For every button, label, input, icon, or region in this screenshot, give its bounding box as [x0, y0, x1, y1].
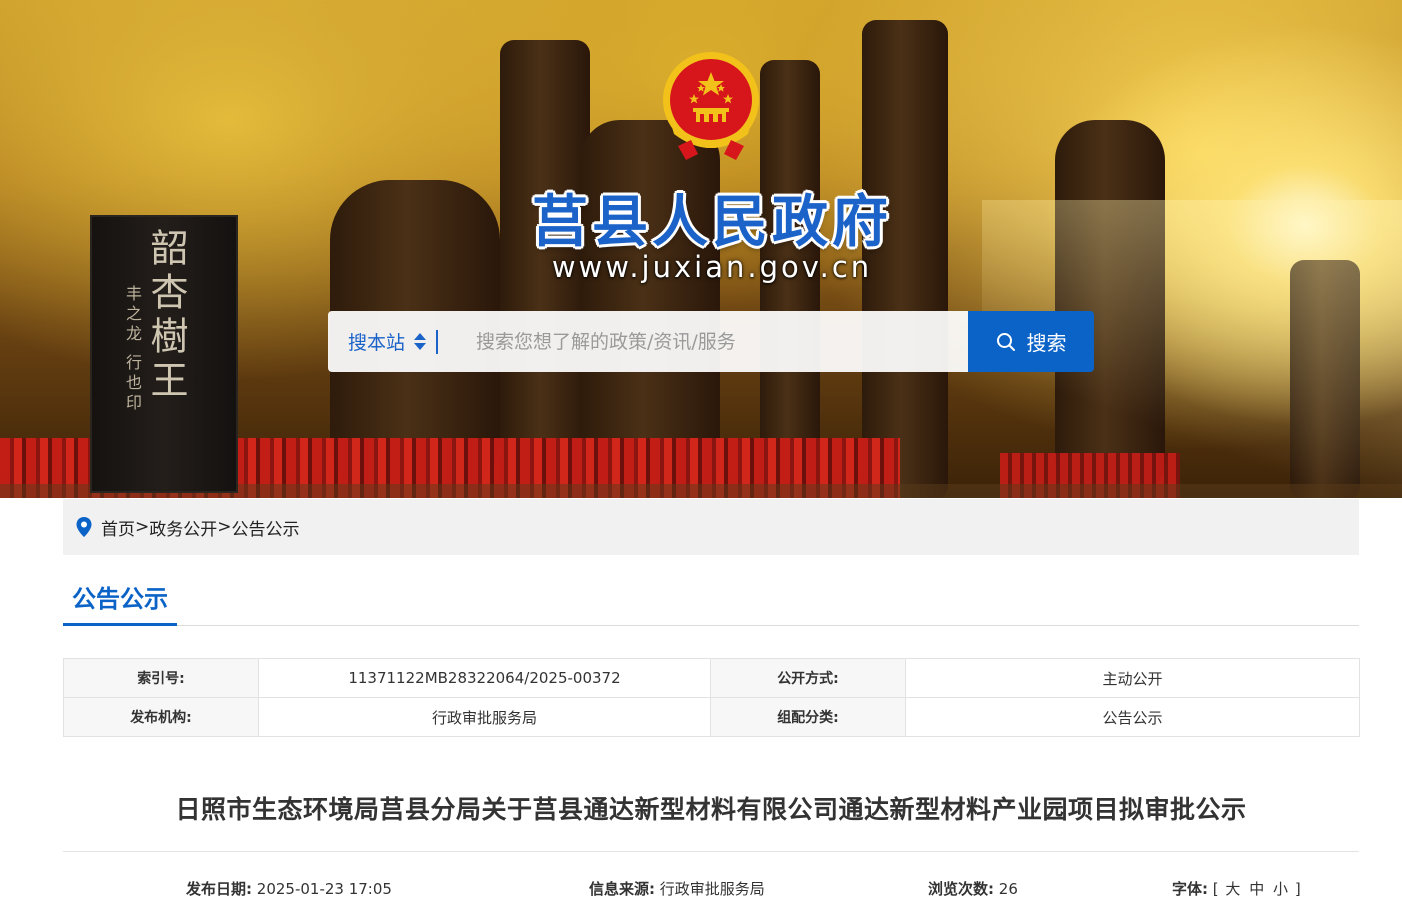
article-info-bar: 发布日期: 2025-01-23 17:05 信息来源: 行政审批服务局 浏览次…: [0, 878, 1402, 902]
index-value: 11371122MB28322064/2025-00372: [258, 658, 711, 698]
location-pin-icon: [76, 517, 92, 537]
scope-toggle-icon: [414, 333, 427, 350]
table-row: 索引号: 11371122MB28322064/2025-00372 公开方式:…: [63, 658, 1360, 698]
info-source-label: 信息来源:: [589, 880, 655, 898]
breadcrumb-gov-affairs[interactable]: 政务公开: [149, 515, 217, 540]
national-emblem-icon: [663, 52, 759, 160]
search-scope-label: 搜本站: [348, 332, 406, 354]
category-value: 公告公示: [905, 697, 1360, 737]
info-source-value: 行政审批服务局: [659, 880, 765, 898]
search-scope-select[interactable]: 搜本站: [328, 311, 454, 372]
section-header: 公告公示: [63, 582, 1359, 626]
publisher-value: 行政审批服务局: [258, 697, 711, 737]
disclosure-mode-value: 主动公开: [905, 658, 1360, 698]
font-size-small[interactable]: 小: [1273, 880, 1288, 898]
index-label: 索引号:: [63, 658, 259, 698]
font-size-large[interactable]: 大: [1225, 880, 1240, 898]
info-source: 信息来源: 行政审批服务局: [589, 878, 765, 899]
site-url: www.juxian.gov.cn: [551, 250, 873, 284]
font-bracket-open: [: [1212, 880, 1219, 898]
view-count-label: 浏览次数:: [928, 880, 994, 898]
view-count: 浏览次数: 26: [928, 878, 1018, 899]
category-label: 组配分类:: [710, 697, 906, 737]
breadcrumb-home[interactable]: 首页: [101, 515, 135, 540]
breadcrumb: 首页 > 政务公开 > 公告公示: [63, 499, 1359, 555]
publish-date-value: 2025-01-23 17:05: [256, 880, 392, 898]
site-title: 莒县人民政府: [532, 190, 892, 255]
header-banner: 韶杏樹王 丰之龙 行也印 莒县人民政府 www.juxian.gov.cn 搜本…: [0, 0, 1402, 498]
disclosure-mode-label: 公开方式:: [710, 658, 906, 698]
breadcrumb-announcements[interactable]: 公告公示: [232, 515, 300, 540]
view-count-value: 26: [998, 880, 1018, 898]
table-row: 发布机构: 行政审批服务局 组配分类: 公告公示: [63, 697, 1360, 737]
publish-date: 发布日期: 2025-01-23 17:05: [186, 878, 392, 899]
scope-divider: [436, 329, 439, 354]
search-icon: [996, 332, 1015, 351]
font-size-control: 字体: [ 大 中 小 ]: [1172, 878, 1301, 899]
search-bar: 搜本站 搜索: [328, 311, 1094, 372]
search-input[interactable]: [454, 311, 968, 372]
font-bracket-close: ]: [1294, 880, 1301, 898]
publish-date-label: 发布日期:: [186, 880, 252, 898]
breadcrumb-separator: >: [135, 517, 150, 537]
font-size-medium[interactable]: 中: [1249, 880, 1264, 898]
font-size-label: 字体:: [1172, 880, 1208, 898]
search-button[interactable]: 搜索: [968, 311, 1094, 372]
divider: [63, 851, 1359, 852]
section-title: 公告公示: [63, 582, 177, 626]
breadcrumb-separator: >: [217, 517, 232, 537]
search-box: 搜本站: [328, 311, 968, 372]
publisher-label: 发布机构:: [63, 697, 259, 737]
stele-signature: 丰之龙 行也印: [123, 285, 142, 415]
document-meta-table: 索引号: 11371122MB28322064/2025-00372 公开方式:…: [63, 658, 1360, 737]
article-title: 日照市生态环境局莒县分局关于莒县通达新型材料有限公司通达新型材料产业园项目拟审批…: [175, 795, 1247, 824]
search-button-label: 搜索: [1026, 331, 1067, 355]
